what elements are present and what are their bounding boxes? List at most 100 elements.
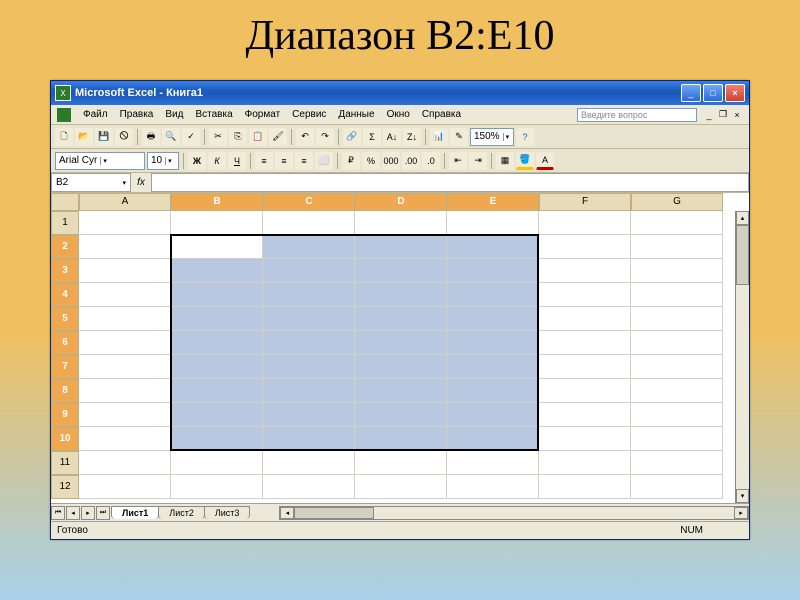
hscroll-thumb[interactable]	[294, 507, 374, 519]
help-search-input[interactable]: Введите вопрос	[577, 108, 697, 122]
cell-B1[interactable]	[171, 211, 263, 235]
cell-E7[interactable]	[447, 355, 539, 379]
row-header-11[interactable]: 11	[51, 451, 79, 475]
sort-desc-icon[interactable]: Z↓	[403, 128, 421, 146]
column-header-D[interactable]: D	[355, 193, 447, 211]
row-header-7[interactable]: 7	[51, 355, 79, 379]
cell-E12[interactable]	[447, 475, 539, 499]
vscroll-thumb[interactable]	[736, 225, 749, 285]
cell-A1[interactable]	[79, 211, 171, 235]
cell-A12[interactable]	[79, 475, 171, 499]
cell-C4[interactable]	[263, 283, 355, 307]
cell-F2[interactable]	[539, 235, 631, 259]
column-header-G[interactable]: G	[631, 193, 723, 211]
font-size-combo[interactable]: 10 ▾	[147, 152, 179, 170]
cell-B12[interactable]	[171, 475, 263, 499]
cell-C2[interactable]	[263, 235, 355, 259]
cell-B6[interactable]	[171, 331, 263, 355]
tab-first-icon[interactable]: ⏮	[51, 506, 65, 520]
menu-data[interactable]: Данные	[332, 107, 380, 122]
chevron-down-icon[interactable]: ▾	[503, 133, 510, 141]
cell-A8[interactable]	[79, 379, 171, 403]
doc-minimize-button[interactable]: _	[703, 109, 715, 121]
column-header-B[interactable]: B	[171, 193, 263, 211]
borders-icon[interactable]: ▦	[496, 152, 514, 170]
cell-C6[interactable]	[263, 331, 355, 355]
doc-close-button[interactable]: ×	[731, 109, 743, 121]
cell-B7[interactable]	[171, 355, 263, 379]
align-center-icon[interactable]: ≡	[275, 152, 293, 170]
cell-B9[interactable]	[171, 403, 263, 427]
format-painter-icon[interactable]: 🖌	[269, 128, 287, 146]
scroll-up-icon[interactable]: ▴	[736, 211, 749, 225]
cell-G10[interactable]	[631, 427, 723, 451]
cell-G12[interactable]	[631, 475, 723, 499]
cell-E9[interactable]	[447, 403, 539, 427]
font-combo[interactable]: Arial Cyr ▾	[55, 152, 145, 170]
menu-insert[interactable]: Вставка	[189, 107, 238, 122]
align-left-icon[interactable]: ≡	[255, 152, 273, 170]
cell-G3[interactable]	[631, 259, 723, 283]
cut-icon[interactable]: ✂	[209, 128, 227, 146]
sheet-tab-2[interactable]: Лист2	[158, 506, 205, 519]
minimize-button[interactable]: _	[681, 84, 701, 102]
cell-F12[interactable]	[539, 475, 631, 499]
cell-E5[interactable]	[447, 307, 539, 331]
comma-icon[interactable]: 000	[382, 152, 400, 170]
cell-A2[interactable]	[79, 235, 171, 259]
cell-G2[interactable]	[631, 235, 723, 259]
cell-D6[interactable]	[355, 331, 447, 355]
chevron-down-icon[interactable]: ▾	[100, 157, 107, 165]
row-header-10[interactable]: 10	[51, 427, 79, 451]
cell-D4[interactable]	[355, 283, 447, 307]
hyperlink-icon[interactable]: 🔗	[343, 128, 361, 146]
percent-icon[interactable]: %	[362, 152, 380, 170]
cell-D10[interactable]	[355, 427, 447, 451]
horizontal-scrollbar[interactable]: ◂ ▸	[279, 506, 749, 520]
row-header-9[interactable]: 9	[51, 403, 79, 427]
cell-B5[interactable]	[171, 307, 263, 331]
cell-B2[interactable]	[171, 235, 263, 259]
decrease-indent-icon[interactable]: ⇤	[449, 152, 467, 170]
cell-G4[interactable]	[631, 283, 723, 307]
cell-G6[interactable]	[631, 331, 723, 355]
name-box[interactable]: B2 ▾	[51, 173, 131, 192]
cell-A11[interactable]	[79, 451, 171, 475]
formula-bar[interactable]	[151, 173, 749, 192]
row-header-6[interactable]: 6	[51, 331, 79, 355]
menu-edit[interactable]: Правка	[114, 107, 160, 122]
cell-C7[interactable]	[263, 355, 355, 379]
cell-A5[interactable]	[79, 307, 171, 331]
row-header-12[interactable]: 12	[51, 475, 79, 499]
cell-F1[interactable]	[539, 211, 631, 235]
cell-E8[interactable]	[447, 379, 539, 403]
menu-format[interactable]: Формат	[239, 107, 287, 122]
cell-F11[interactable]	[539, 451, 631, 475]
cell-C9[interactable]	[263, 403, 355, 427]
row-header-8[interactable]: 8	[51, 379, 79, 403]
help-icon[interactable]: ?	[516, 128, 534, 146]
menu-window[interactable]: Окно	[381, 107, 416, 122]
cell-F3[interactable]	[539, 259, 631, 283]
cell-G5[interactable]	[631, 307, 723, 331]
menu-help[interactable]: Справка	[416, 107, 467, 122]
increase-decimal-icon[interactable]: .00	[402, 152, 420, 170]
cell-E10[interactable]	[447, 427, 539, 451]
row-header-4[interactable]: 4	[51, 283, 79, 307]
cell-D3[interactable]	[355, 259, 447, 283]
font-color-icon[interactable]: A	[536, 152, 554, 170]
cell-A3[interactable]	[79, 259, 171, 283]
zoom-combo[interactable]: 150% ▾	[470, 128, 514, 146]
permission-icon[interactable]: 🛇	[115, 128, 133, 146]
italic-icon[interactable]: К	[208, 152, 226, 170]
select-all-corner[interactable]	[51, 193, 79, 211]
chart-icon[interactable]: 📊	[430, 128, 448, 146]
sheet-tab-3[interactable]: Лист3	[204, 506, 251, 519]
cell-C8[interactable]	[263, 379, 355, 403]
column-header-F[interactable]: F	[539, 193, 631, 211]
cell-A4[interactable]	[79, 283, 171, 307]
cell-E3[interactable]	[447, 259, 539, 283]
tab-prev-icon[interactable]: ◂	[66, 506, 80, 520]
cell-C3[interactable]	[263, 259, 355, 283]
row-header-1[interactable]: 1	[51, 211, 79, 235]
